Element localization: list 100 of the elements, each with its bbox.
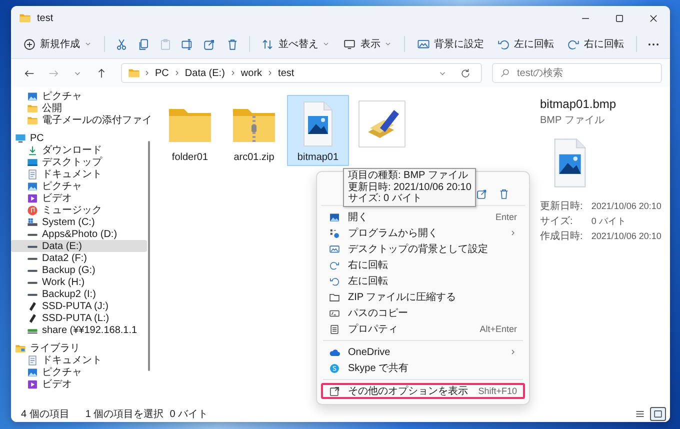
property-label: 作成日時: xyxy=(540,230,584,243)
sort-button[interactable]: 並べ替え xyxy=(255,33,336,55)
menu-item[interactable]: Skype で共有 xyxy=(321,360,525,376)
sidebar-item[interactable]: share (¥¥192.168.1.1 xyxy=(11,324,147,336)
shortcut-hint: Shift+F10 xyxy=(478,386,517,396)
menu-item[interactable]: 開く Enter xyxy=(321,209,525,225)
menu-item[interactable]: ZIP ファイルに圧縮する xyxy=(321,289,525,305)
usb-stick-icon xyxy=(27,300,38,312)
item-count: 4 個の項目 xyxy=(21,408,70,421)
menu-item[interactable]: パスのコピー xyxy=(321,305,525,321)
sidebar-item[interactable]: Backup (G:) xyxy=(11,264,147,276)
menu-item[interactable]: プログラムから開く xyxy=(321,225,525,241)
sidebar-item[interactable]: ピクチャ xyxy=(11,366,147,378)
system-drive-icon xyxy=(27,216,38,228)
set-background-button[interactable]: 背景に設定 xyxy=(411,33,490,55)
image-icon xyxy=(329,244,340,254)
chevron-icon xyxy=(509,229,517,237)
path-icon xyxy=(329,308,340,318)
view-button[interactable]: 表示 xyxy=(337,33,398,55)
trash-icon xyxy=(226,38,239,50)
sidebar-item[interactable]: PC xyxy=(11,132,147,144)
file-item[interactable]: bitmap01 xyxy=(287,95,349,166)
selection-size: 0 バイト xyxy=(170,408,208,421)
rotate-right-icon xyxy=(567,38,580,50)
breadcrumb-item[interactable]: Data (E:) xyxy=(184,68,226,78)
music-icon xyxy=(27,204,38,216)
sidebar-item[interactable]: デスクトップ xyxy=(11,156,147,168)
file-item[interactable]: folder01 xyxy=(159,95,221,166)
menu-item[interactable]: 左に回転 xyxy=(321,273,525,289)
picture-icon xyxy=(329,212,340,222)
library-icon xyxy=(15,342,26,354)
sidebar-item[interactable]: Data (E:) xyxy=(11,240,147,252)
selection-count: 1 個の項目を選択 xyxy=(85,408,164,421)
sidebar-item[interactable]: ピクチャ xyxy=(11,180,147,192)
tooltip-line: 更新日時: 2021/10/06 20:10 xyxy=(348,182,472,193)
clipboard-icon xyxy=(159,38,172,50)
file-type: BMP ファイル xyxy=(540,114,606,127)
property-label: サイズ: xyxy=(540,215,574,228)
menu-item[interactable]: プロパティ Alt+Enter xyxy=(321,321,525,337)
sidebar-item[interactable]: Data2 (F:) xyxy=(11,252,147,264)
folder-icon xyxy=(27,114,38,126)
sidebar-item[interactable]: 公開 xyxy=(11,102,147,114)
sidebar-item[interactable]: ビデオ xyxy=(11,378,147,390)
image-icon xyxy=(417,38,430,50)
sidebar-item[interactable]: Apps&Photo (D:) xyxy=(11,228,147,240)
large-icons-view-icon xyxy=(653,409,663,419)
sidebar-item[interactable]: Work (H:) xyxy=(11,276,147,288)
sidebar-item[interactable]: ミュージック xyxy=(11,204,147,216)
usb-stick-icon xyxy=(27,312,38,324)
share-button[interactable] xyxy=(475,187,489,201)
menu-item[interactable]: 右に回転 xyxy=(321,257,525,273)
rotate-right-button[interactable]: 右に回転 xyxy=(561,33,630,55)
folder-icon xyxy=(128,67,140,79)
sidebar-item[interactable]: ダウンロード xyxy=(11,144,147,156)
window-title: test xyxy=(37,12,54,24)
search-icon xyxy=(500,68,510,78)
sidebar-item[interactable]: ライブラリ xyxy=(11,342,147,354)
forward-arrow-icon xyxy=(48,68,58,78)
rename-icon xyxy=(181,38,194,50)
sidebar-item[interactable]: System (C:) xyxy=(11,216,147,228)
breadcrumb-item[interactable]: test xyxy=(277,68,296,78)
video-icon xyxy=(27,378,38,390)
sidebar-item[interactable]: ドキュメント xyxy=(11,354,147,366)
sidebar-item[interactable]: SSD-PUTA (L:) xyxy=(11,312,147,324)
folder-outline-icon xyxy=(329,292,340,302)
scissors-icon xyxy=(114,38,128,50)
new-button[interactable]: 新規作成 xyxy=(17,33,98,55)
breadcrumb-item[interactable]: work xyxy=(240,68,264,78)
sidebar-item[interactable]: ピクチャ xyxy=(11,90,147,102)
scrollbar[interactable] xyxy=(148,141,150,371)
cloud-icon xyxy=(329,346,340,358)
picture-icon xyxy=(27,180,38,192)
sidebar-item[interactable]: ビデオ xyxy=(11,192,147,204)
share-icon xyxy=(476,188,488,200)
search-field[interactable]: testの検索 xyxy=(492,63,662,83)
property-label: 更新日時: xyxy=(540,200,584,213)
menu-item[interactable]: OneDrive xyxy=(321,344,525,360)
shortcut-hint: Alt+Enter xyxy=(480,324,517,334)
menu-item[interactable]: デスクトップの背景として設定 xyxy=(321,241,525,257)
menu-item[interactable]: その他のオプションを表示 Shift+F10 xyxy=(321,383,525,399)
file-name: bitmap01.bmp xyxy=(540,97,618,111)
back-arrow-icon xyxy=(24,68,34,78)
file-item[interactable]: arc01.zip xyxy=(223,95,285,166)
breadcrumb-item[interactable]: PC xyxy=(154,68,170,78)
maximize-icon xyxy=(614,12,624,24)
download-icon xyxy=(27,144,38,156)
picture-icon xyxy=(27,366,38,378)
list-icon xyxy=(329,324,340,334)
tooltip-line: サイズ: 0 バイト xyxy=(348,193,423,204)
caret-icon xyxy=(84,40,92,48)
sidebar-item[interactable]: Backup2 (I:) xyxy=(11,288,147,300)
address-bar[interactable]: PC Data (E:) work test xyxy=(121,63,482,83)
monitor-icon xyxy=(343,38,356,50)
large-icons-view-button[interactable] xyxy=(650,407,666,421)
monitor-icon xyxy=(15,132,26,144)
sidebar-item[interactable]: SSD-PUTA (J:) xyxy=(11,300,147,312)
rotate-left-icon xyxy=(497,38,510,50)
sidebar-item[interactable]: ドキュメント xyxy=(11,168,147,180)
document-icon xyxy=(27,168,38,180)
rotate-left-button[interactable]: 左に回転 xyxy=(491,33,560,55)
